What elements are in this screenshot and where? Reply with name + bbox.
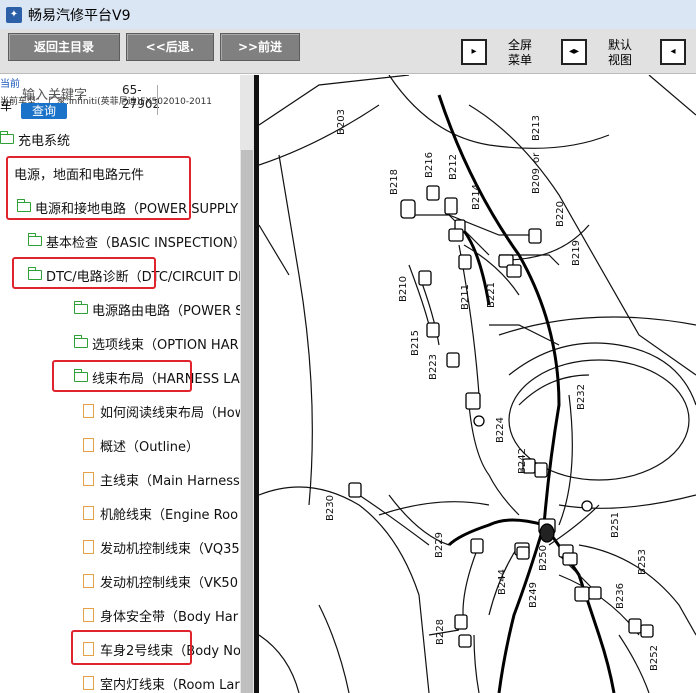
connector-label: B212 xyxy=(448,154,459,180)
connector-label: B253 xyxy=(637,549,648,575)
connector-label: B218 xyxy=(389,169,400,195)
connector-label: B211 xyxy=(460,284,471,310)
connector-label: B230 xyxy=(325,495,336,521)
document-icon xyxy=(83,540,94,554)
connector-label: B216 xyxy=(424,152,435,178)
tree-item-label: 主线束（Main Harness xyxy=(100,473,240,489)
connector-label: B223 xyxy=(428,354,439,380)
highlight-box xyxy=(6,156,191,220)
folder-icon xyxy=(73,335,88,348)
fullscreen-label-line1: 全屏 xyxy=(507,38,532,52)
tree-item-label: 机舱线束（Engine Roo xyxy=(100,507,239,523)
tree-scrollbar-thumb[interactable] xyxy=(241,150,253,693)
tree-item-label: 充电系统 xyxy=(18,133,71,149)
tree-item-label: 发动机控制线束（VQ35 xyxy=(100,541,240,557)
tree-fragment-text: 车 xyxy=(0,99,13,113)
folder-icon xyxy=(73,301,88,314)
connector-label: B250 xyxy=(538,545,549,571)
connector-label: B224 xyxy=(495,417,506,443)
fullscreen-label-line2: 菜单 xyxy=(507,53,532,67)
tree-item-label: 室内灯线束（Room Lar xyxy=(100,677,240,693)
connector-label: or xyxy=(531,152,542,163)
connector-label: B214 xyxy=(471,184,482,210)
default-view-label-line1: 默认 xyxy=(607,38,632,52)
connector-label: B251 xyxy=(610,512,621,538)
tree-item-engine-control-vk50[interactable]: 发动机控制线束（VK50 xyxy=(83,571,238,591)
connector-label: B203 xyxy=(336,109,347,135)
collapse-right-icon[interactable]: ◂ xyxy=(660,39,686,65)
collapse-left-icon[interactable]: ▸ xyxy=(461,39,487,65)
app-logo-icon: ✦ xyxy=(6,6,22,23)
highlight-box xyxy=(12,257,156,289)
back-button[interactable]: <<后退. xyxy=(126,33,214,61)
search-input[interactable]: 输入关键字 xyxy=(22,84,87,103)
title-bar: ✦ 畅易汽修平台V9 xyxy=(0,0,696,29)
connector-label: B249 xyxy=(528,582,539,608)
tree-item-label: 发动机控制线束（VK50 xyxy=(100,575,238,591)
app-window: ✦ 畅易汽修平台V9 返回主目录 <<后退. >>前进 ▸ 全屏 菜单 ◂▸ 默… xyxy=(0,0,696,693)
folder-icon xyxy=(0,131,14,144)
query-button[interactable]: 查询 xyxy=(21,103,67,119)
document-icon xyxy=(83,608,94,622)
connector-label: B209 xyxy=(531,168,542,194)
tree-item-label: 概述（Outline） xyxy=(100,439,200,455)
connector-label: B236 xyxy=(615,583,626,609)
tree-item-main-harness[interactable]: 主线束（Main Harness xyxy=(83,469,240,489)
connector-label: B244 xyxy=(497,569,508,595)
tree-item-room-lamp[interactable]: 室内灯线束（Room Lar xyxy=(83,673,240,693)
toolbar: 返回主目录 <<后退. >>前进 ▸ 全屏 菜单 ◂▸ 默认 视图 ◂ 当前车型… xyxy=(0,29,696,107)
connector-label: B220 xyxy=(555,201,566,227)
fullscreen-menu-button[interactable]: 全屏 菜单 xyxy=(500,38,540,68)
connector-label: B221 xyxy=(486,282,497,308)
tree-item-body-harness[interactable]: 身体安全带（Body Har xyxy=(83,605,238,625)
tree-item-basic-inspection[interactable]: 基本检查（BASIC INSPECTION） xyxy=(27,231,240,251)
tree-item-label: 如何阅读线束布局（How xyxy=(100,405,240,421)
search-separator xyxy=(157,85,158,115)
tree-item-label: 身体安全带（Body Har xyxy=(100,609,239,625)
document-icon xyxy=(83,438,94,452)
search-code-line1: 65- xyxy=(122,83,142,97)
connector-label: B232 xyxy=(576,384,587,410)
connector-label: B228 xyxy=(435,619,446,645)
document-icon xyxy=(83,472,94,486)
document-icon xyxy=(83,574,94,588)
split-view-icon[interactable]: ◂▸ xyxy=(561,39,587,65)
document-icon xyxy=(83,404,94,418)
tree-item-label: 基本检查（BASIC INSPECTION） xyxy=(46,235,240,251)
folder-icon xyxy=(27,233,42,246)
document-icon xyxy=(83,506,94,520)
tree-item-outline[interactable]: 概述（Outline） xyxy=(83,435,199,455)
tree-item-label: 电源路由电路（POWER S xyxy=(92,303,240,319)
window-title: 畅易汽修平台V9 xyxy=(28,7,131,24)
document-icon xyxy=(83,676,94,690)
tree-item-power-routing[interactable]: 电源路由电路（POWER S xyxy=(73,299,240,319)
tree-item-label: 选项线束（OPTION HAR xyxy=(92,337,239,353)
highlight-box xyxy=(71,630,192,665)
connector-label: B210 xyxy=(398,276,409,302)
connector-label: B215 xyxy=(410,330,421,356)
default-view-label-line2: 视图 xyxy=(607,53,632,67)
search-result-code: 65- 27902 xyxy=(122,83,160,111)
home-button[interactable]: 返回主目录 xyxy=(8,33,120,61)
tree-item-engine-room[interactable]: 机舱线束（Engine Roo xyxy=(83,503,238,523)
connector-label: B229 xyxy=(434,532,445,558)
connector-label: B213 xyxy=(531,115,542,141)
highlight-box xyxy=(52,360,192,392)
connector-label: B252 xyxy=(649,645,660,671)
forward-button[interactable]: >>前进 xyxy=(220,33,300,61)
navigation-tree: 当前 车 输入关键字 65- 27902 查询 充电系统 电源，地面和电路元件 … xyxy=(0,75,240,693)
search-code-line2: 27902 xyxy=(122,97,161,111)
tree-item-how-to-read[interactable]: 如何阅读线束布局（How xyxy=(83,401,240,421)
search-panel: 车 输入关键字 65- 27902 查询 xyxy=(0,75,240,120)
connector-label: B242 xyxy=(517,448,528,474)
harness-diagram[interactable]: B203 B213 B216 B212 B218 B214 B209 or B2… xyxy=(259,75,696,693)
default-view-button[interactable]: 默认 视图 xyxy=(600,38,640,68)
tree-item-engine-control-vq35[interactable]: 发动机控制线束（VQ35 xyxy=(83,537,240,557)
tree-item-charging[interactable]: 充电系统 xyxy=(0,129,70,149)
tree-item-option-harness[interactable]: 选项线束（OPTION HAR xyxy=(73,333,239,353)
harness-diagram-svg: B203 B213 B216 B212 B218 B214 B209 or B2… xyxy=(259,75,696,693)
connector-label: B219 xyxy=(571,240,582,266)
